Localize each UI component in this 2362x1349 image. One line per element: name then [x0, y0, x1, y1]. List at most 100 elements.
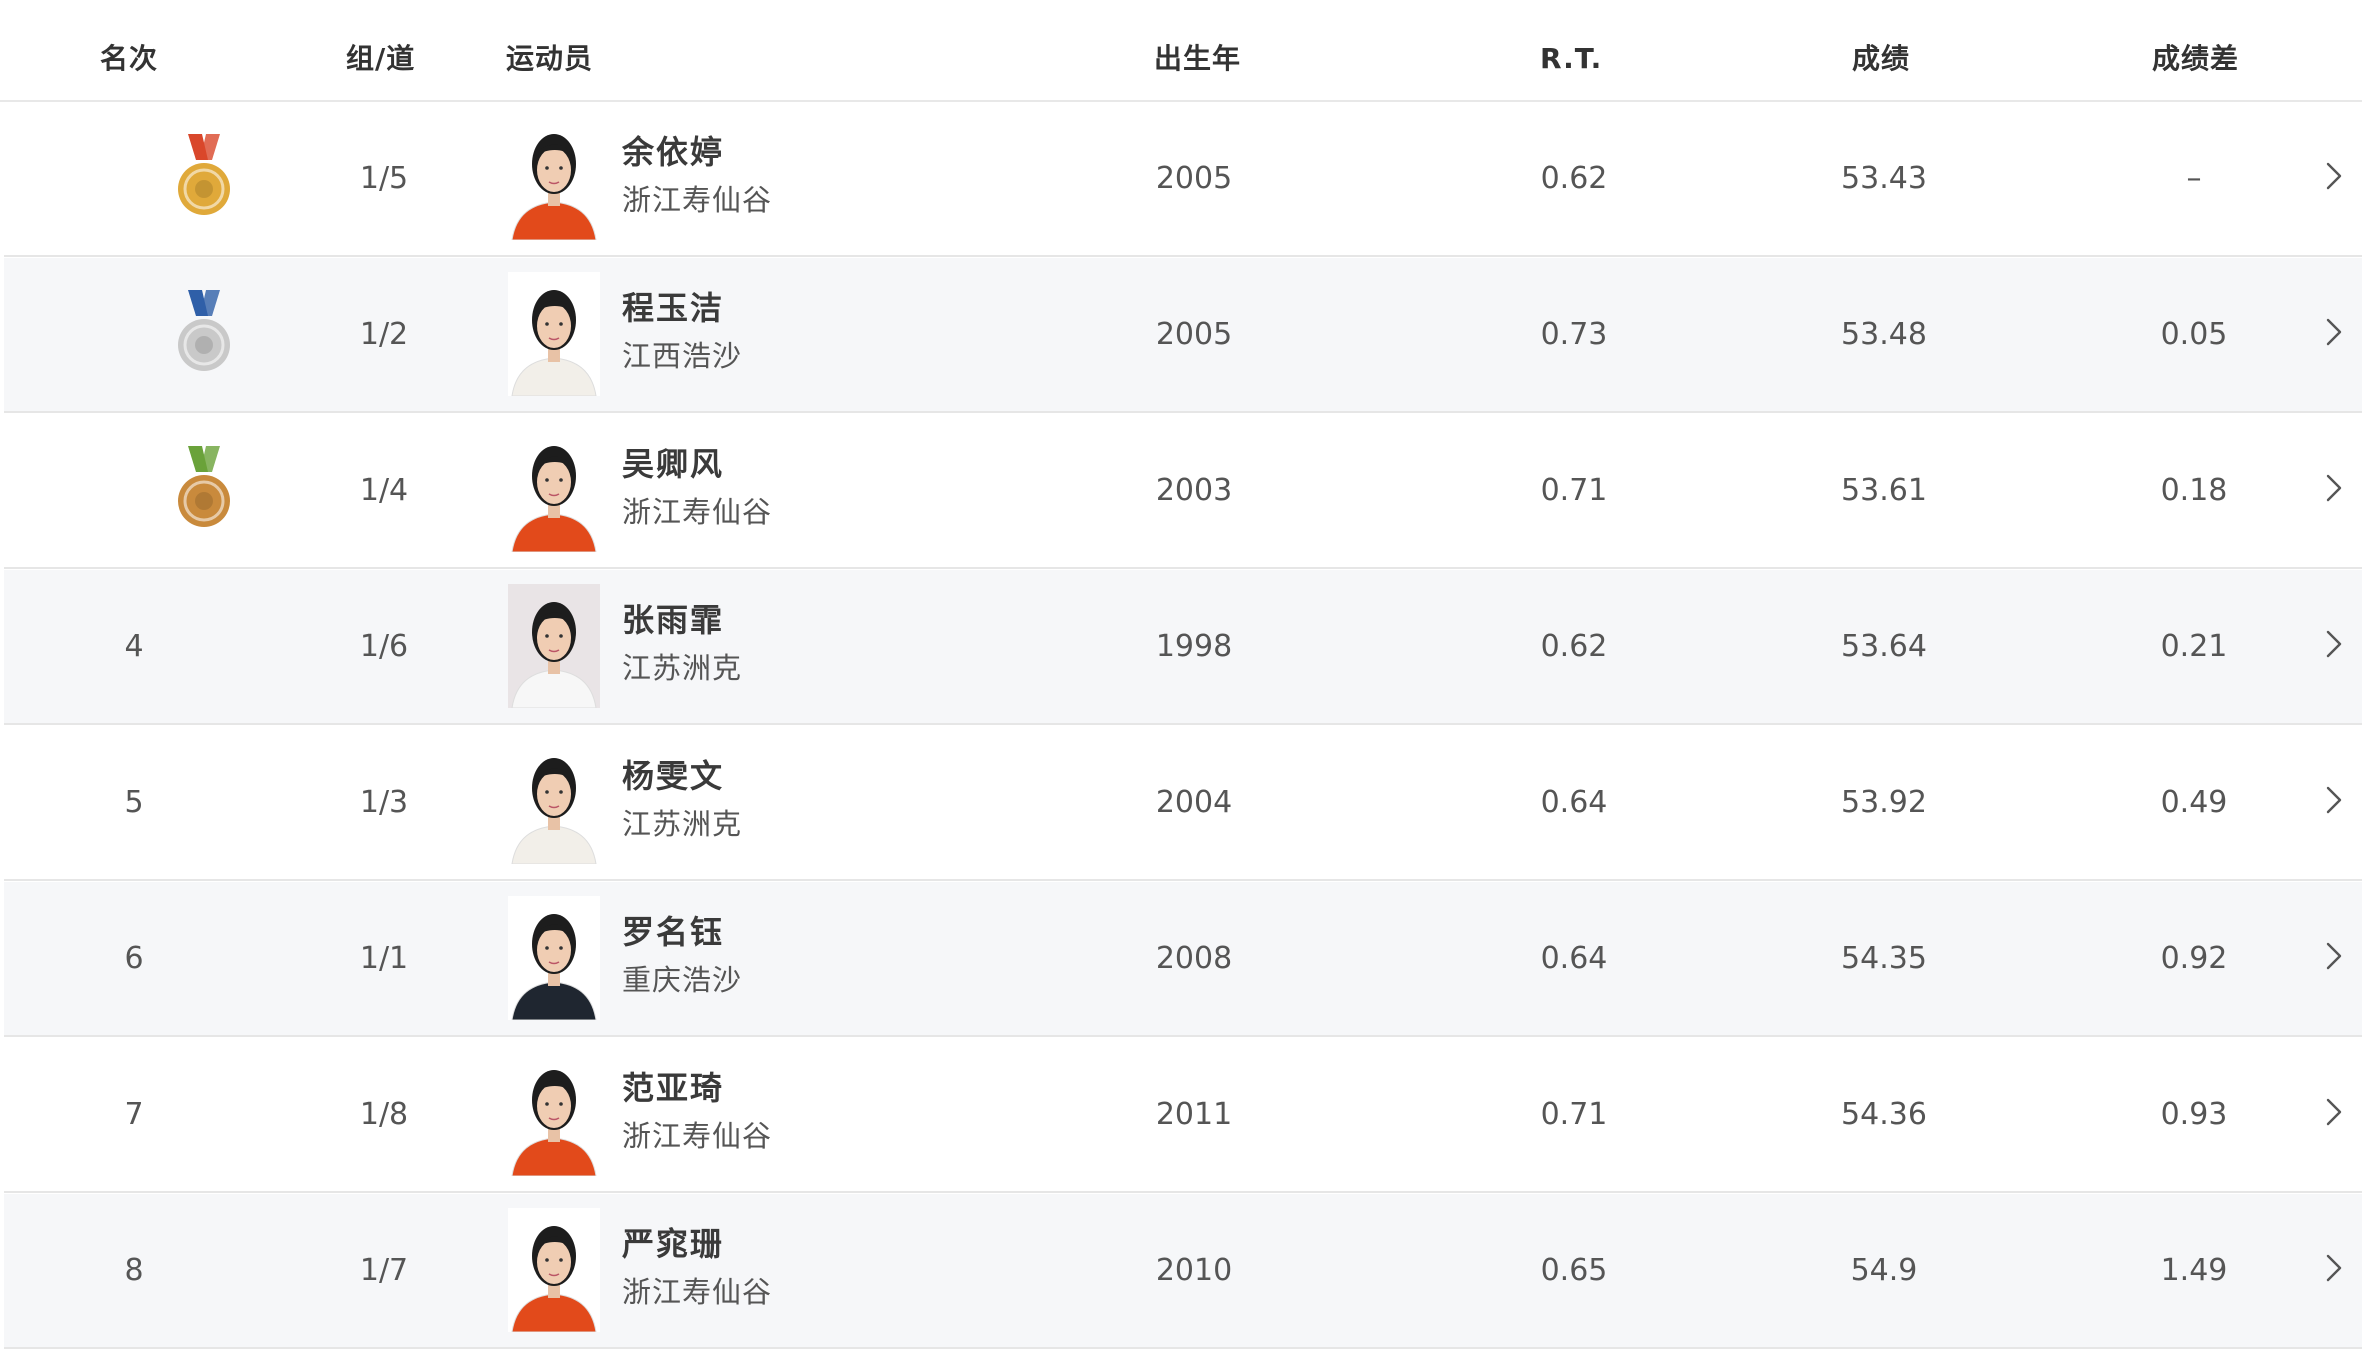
table-row[interactable]: 8 1/7 严窕珊 浙江寿仙谷 2010 0.65 54.9 1.49 — [4, 1194, 2362, 1349]
gap-cell: – — [2186, 161, 2202, 196]
gap-cell: 0.92 — [2160, 941, 2228, 976]
athlete-team: 江苏洲克 — [622, 651, 743, 685]
reaction-time-cell: 0.62 — [1540, 629, 1608, 664]
athlete-photo — [508, 896, 600, 1020]
result-cell: 54.35 — [1841, 941, 1927, 976]
result-cell: 53.43 — [1841, 161, 1927, 196]
lane-cell: 1/3 — [359, 785, 409, 820]
birth-year-cell: 2004 — [1155, 785, 1233, 820]
result-cell: 53.92 — [1841, 785, 1927, 820]
chevron-right-icon[interactable] — [2322, 1250, 2346, 1286]
birth-year-cell: 2005 — [1155, 161, 1233, 196]
lane-cell: 1/2 — [359, 317, 409, 352]
reaction-time-cell: 0.64 — [1540, 941, 1608, 976]
table-row[interactable]: 6 1/1 罗名钰 重庆浩沙 2008 0.64 54.35 0.92 — [4, 882, 2362, 1037]
chevron-right-icon[interactable] — [2322, 938, 2346, 974]
result-cell: 54.36 — [1841, 1097, 1927, 1132]
chevron-right-icon[interactable] — [2322, 158, 2346, 194]
reaction-time-cell: 0.64 — [1540, 785, 1608, 820]
table-row[interactable]: 1/5 余依婷 浙江寿仙谷 2005 0.62 53.43 – — [4, 102, 2362, 257]
chevron-right-icon[interactable] — [2322, 314, 2346, 350]
birth-year-cell: 2003 — [1155, 473, 1233, 508]
rank-cell — [74, 102, 230, 255]
athlete-team: 江西浩沙 — [622, 339, 743, 373]
lane-cell: 1/8 — [359, 1097, 409, 1132]
gap-cell: 0.21 — [2160, 629, 2228, 664]
gold-medal-icon — [178, 134, 230, 215]
rank-cell: 8 — [124, 1253, 144, 1288]
lane-cell: 1/1 — [359, 941, 409, 976]
chevron-right-icon[interactable] — [2322, 470, 2346, 506]
athlete-name: 严窕珊 — [622, 1225, 725, 1263]
chevron-right-icon[interactable] — [2322, 626, 2346, 662]
gap-cell: 0.49 — [2160, 785, 2228, 820]
athlete-name: 程玉洁 — [622, 289, 725, 327]
table-row[interactable]: 1/4 吴卿风 浙江寿仙谷 2003 0.71 53.61 0.18 — [4, 414, 2362, 569]
rank-cell: 7 — [124, 1097, 144, 1132]
birth-year-cell: 2008 — [1155, 941, 1233, 976]
athlete-photo — [508, 1208, 600, 1332]
athlete-name: 余依婷 — [622, 133, 725, 171]
table-row[interactable]: 1/2 程玉洁 江西浩沙 2005 0.73 53.48 0.05 — [4, 258, 2362, 413]
table-row[interactable]: 5 1/3 杨雯文 江苏洲克 2004 0.64 53.92 0.49 — [4, 726, 2362, 881]
header-gap: 成绩差 — [2152, 42, 2240, 75]
lane-cell: 1/5 — [359, 161, 409, 196]
athlete-photo — [508, 1052, 600, 1176]
header-result: 成绩 — [1852, 42, 1911, 75]
header-athlete: 运动员 — [506, 42, 594, 75]
rank-cell: 6 — [124, 941, 144, 976]
reaction-time-cell: 0.71 — [1540, 473, 1608, 508]
lane-cell: 1/6 — [359, 629, 409, 664]
results-table: 名次 组/道 运动员 出生年 R.T. 成绩 成绩差 1/5 余依婷 浙江寿仙谷… — [0, 0, 2362, 1349]
reaction-time-cell: 0.71 — [1540, 1097, 1608, 1132]
rank-cell: 4 — [124, 629, 144, 664]
result-cell: 53.64 — [1841, 629, 1927, 664]
gap-cell: 1.49 — [2160, 1253, 2228, 1288]
athlete-team: 重庆浩沙 — [622, 963, 743, 997]
athlete-photo — [508, 116, 600, 240]
athlete-team: 浙江寿仙谷 — [622, 1275, 773, 1309]
athlete-photo — [508, 428, 600, 552]
header-birth-year: 出生年 — [1154, 42, 1242, 75]
table-row[interactable]: 4 1/6 张雨霏 江苏洲克 1998 0.62 53.64 0.21 — [4, 570, 2362, 725]
header-lane: 组/道 — [346, 42, 416, 75]
lane-cell: 1/7 — [359, 1253, 409, 1288]
lane-cell: 1/4 — [359, 473, 409, 508]
rank-cell: 5 — [124, 785, 144, 820]
result-cell: 53.61 — [1841, 473, 1927, 508]
birth-year-cell: 2011 — [1155, 1097, 1233, 1132]
result-cell: 53.48 — [1841, 317, 1927, 352]
silver-medal-icon — [178, 290, 230, 371]
athlete-photo — [508, 584, 600, 708]
reaction-time-cell: 0.62 — [1540, 161, 1608, 196]
gap-cell: 0.18 — [2160, 473, 2228, 508]
result-cell: 54.9 — [1850, 1253, 1918, 1288]
birth-year-cell: 1998 — [1155, 629, 1233, 664]
athlete-name: 罗名钰 — [622, 913, 725, 951]
athlete-photo — [508, 740, 600, 864]
rank-cell — [74, 414, 230, 567]
gap-cell: 0.05 — [2160, 317, 2228, 352]
athlete-name: 杨雯文 — [622, 757, 725, 795]
chevron-right-icon[interactable] — [2322, 1094, 2346, 1130]
header-rank: 名次 — [100, 42, 159, 75]
header-reaction-time: R.T. — [1540, 42, 1603, 75]
reaction-time-cell: 0.65 — [1540, 1253, 1608, 1288]
table-row[interactable]: 7 1/8 范亚琦 浙江寿仙谷 2011 0.71 54.36 0.93 — [4, 1038, 2362, 1193]
athlete-name: 张雨霏 — [622, 601, 725, 639]
reaction-time-cell: 0.73 — [1540, 317, 1608, 352]
chevron-right-icon[interactable] — [2322, 782, 2346, 818]
athlete-name: 吴卿风 — [622, 445, 725, 483]
athlete-name: 范亚琦 — [622, 1069, 725, 1107]
athlete-team: 江苏洲克 — [622, 807, 743, 841]
athlete-team: 浙江寿仙谷 — [622, 495, 773, 529]
rank-cell — [74, 258, 230, 411]
athlete-team: 浙江寿仙谷 — [622, 1119, 773, 1153]
birth-year-cell: 2005 — [1155, 317, 1233, 352]
gap-cell: 0.93 — [2160, 1097, 2228, 1132]
athlete-photo — [508, 272, 600, 396]
birth-year-cell: 2010 — [1155, 1253, 1233, 1288]
bronze-medal-icon — [178, 446, 230, 527]
athlete-team: 浙江寿仙谷 — [622, 183, 773, 217]
table-header: 名次 组/道 运动员 出生年 R.T. 成绩 成绩差 — [0, 0, 2362, 102]
